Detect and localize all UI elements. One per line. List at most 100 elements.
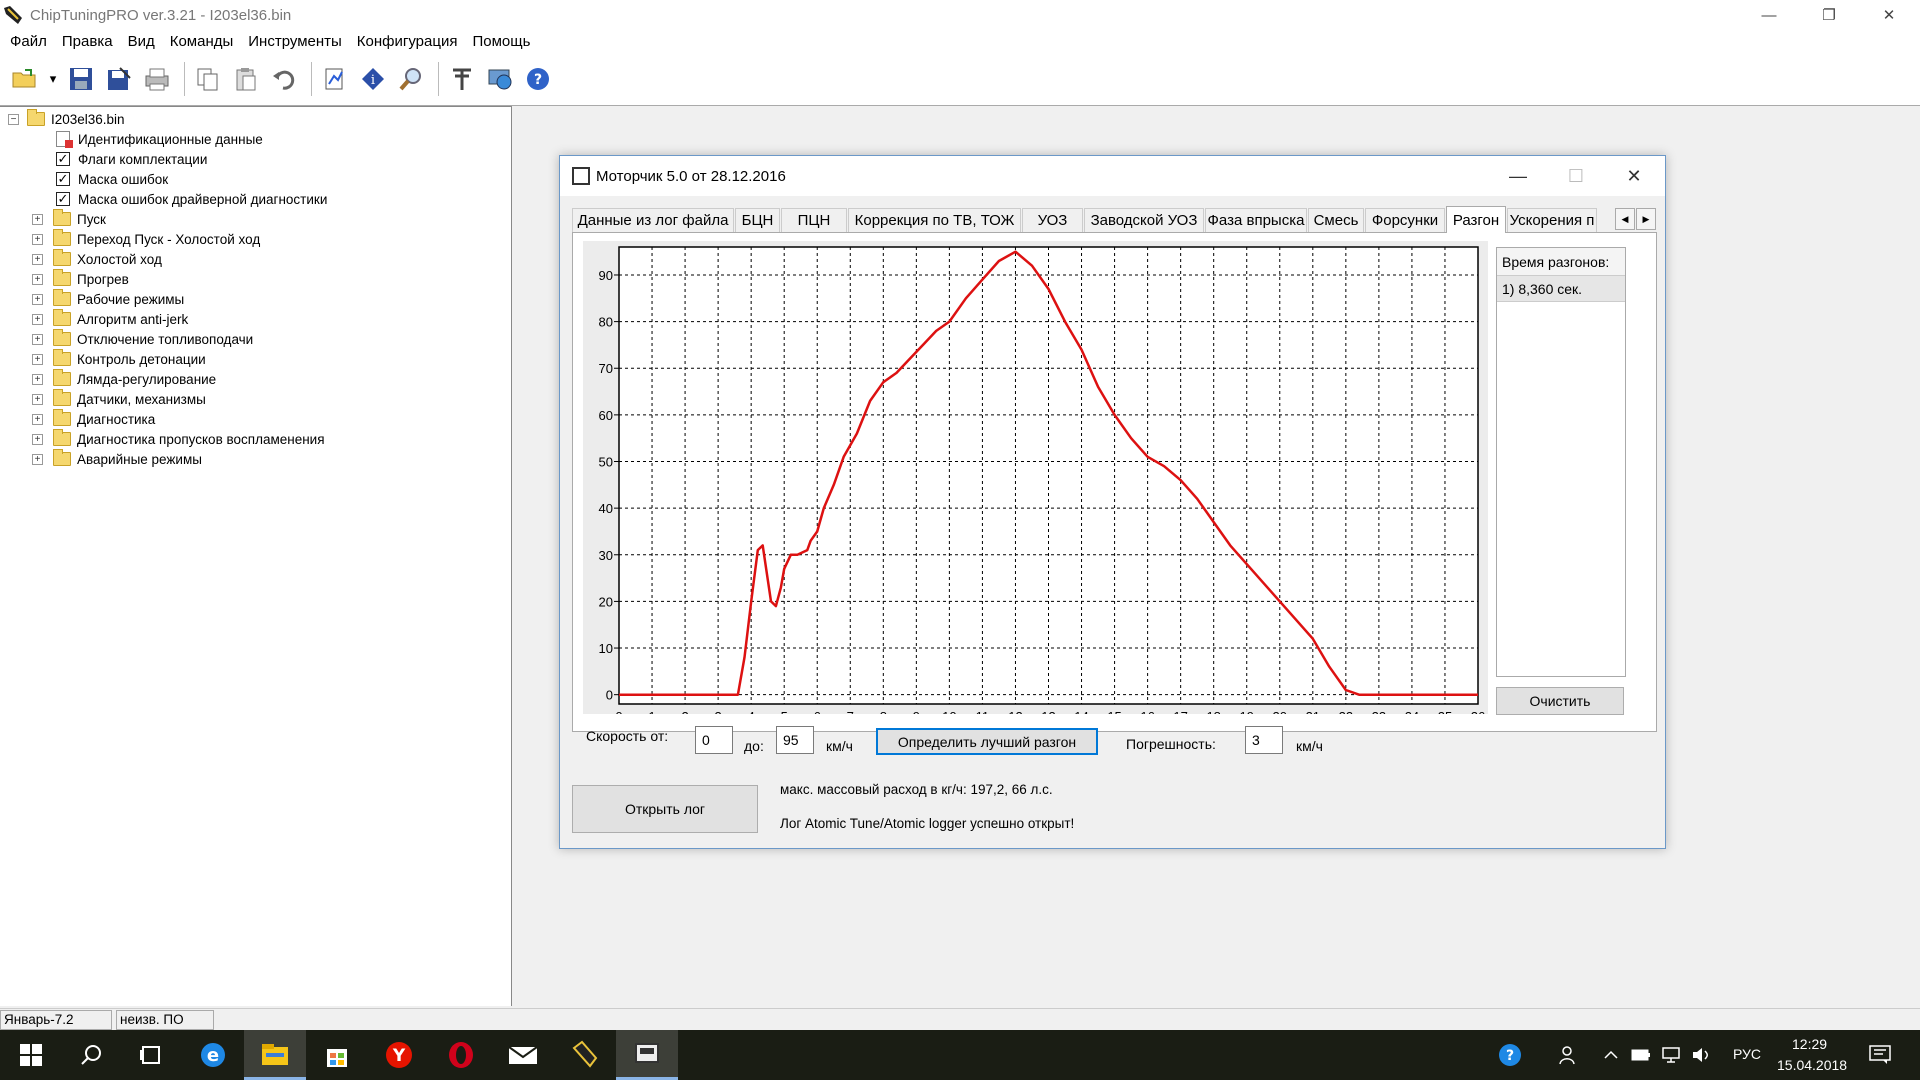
dialog-minimize-button[interactable]: —	[1489, 156, 1547, 196]
people-icon[interactable]	[1550, 1030, 1590, 1080]
tree-item[interactable]: + Холостой ход	[32, 249, 162, 269]
compare-icon[interactable]	[318, 62, 352, 96]
tree-item[interactable]: + Пуск	[32, 209, 106, 229]
globe-icon[interactable]	[483, 62, 517, 96]
speed-to-input[interactable]	[776, 726, 814, 754]
search-icon[interactable]	[394, 62, 428, 96]
tab-scroll-right-icon[interactable]: ▶	[1636, 208, 1656, 230]
expand-icon[interactable]: +	[32, 373, 43, 385]
dialog-close-button[interactable]: ✕	[1605, 156, 1663, 196]
tuning-fork-icon[interactable]	[445, 62, 479, 96]
expand-icon[interactable]: +	[32, 313, 43, 325]
tab-item[interactable]: Разгон	[1446, 206, 1506, 233]
menu-commands[interactable]: Команды	[170, 33, 234, 50]
speed-from-input[interactable]	[695, 726, 733, 754]
project-tree[interactable]: − I203el36.bin Идентификационные данные ✓…	[0, 106, 512, 1006]
task-view-icon[interactable]	[120, 1030, 182, 1080]
collapse-icon[interactable]: −	[8, 113, 19, 125]
tree-item[interactable]: + Рабочие режимы	[32, 289, 184, 309]
yandex-browser-icon[interactable]: Y	[368, 1030, 430, 1080]
undo-icon[interactable]	[267, 62, 301, 96]
restore-button[interactable]: ❐	[1800, 0, 1858, 30]
expand-icon[interactable]: +	[32, 213, 43, 225]
expand-icon[interactable]: +	[32, 253, 43, 265]
tree-item[interactable]: + Отключение топливоподачи	[32, 329, 253, 349]
tree-root[interactable]: − I203el36.bin	[8, 109, 125, 129]
battery-icon[interactable]	[1626, 1030, 1656, 1080]
help-tray-icon[interactable]: ?	[1490, 1030, 1530, 1080]
menu-tools[interactable]: Инструменты	[248, 33, 342, 50]
tab-item[interactable]: Смесь	[1308, 208, 1364, 232]
minimize-button[interactable]: —	[1740, 0, 1798, 30]
expand-icon[interactable]: +	[32, 333, 43, 345]
find-best-acceleration-button[interactable]: Определить лучший разгон	[876, 728, 1098, 755]
store-icon[interactable]	[306, 1030, 368, 1080]
file-explorer-icon[interactable]	[244, 1030, 306, 1080]
dialog-titlebar[interactable]: Моторчик 5.0 от 28.12.2016 — ☐ ✕	[560, 156, 1665, 196]
expand-icon[interactable]: +	[32, 393, 43, 405]
tree-item[interactable]: + Контроль детонации	[32, 349, 206, 369]
copy-icon[interactable]	[191, 62, 225, 96]
edge-browser-icon[interactable]: e	[182, 1030, 244, 1080]
tree-item[interactable]: ✓ Флаги комплектации	[56, 149, 207, 169]
menu-help[interactable]: Помощь	[472, 33, 530, 50]
error-input[interactable]	[1245, 726, 1283, 754]
tree-item[interactable]: + Диагностика	[32, 409, 155, 429]
tab-item[interactable]: БЦН	[735, 208, 780, 232]
save-as-icon[interactable]	[102, 62, 136, 96]
expand-icon[interactable]: +	[32, 293, 43, 305]
times-list-item[interactable]: 1) 8,360 сек.	[1497, 276, 1625, 302]
checkbox-icon[interactable]: ✓	[56, 192, 70, 206]
clear-button[interactable]: Очистить	[1496, 687, 1624, 715]
tree-item[interactable]: ✓ Маска ошибок драйверной диагностики	[56, 189, 327, 209]
tree-item[interactable]: + Прогрев	[32, 269, 129, 289]
tree-item[interactable]: + Аварийные режимы	[32, 449, 202, 469]
close-button[interactable]: ✕	[1860, 0, 1918, 30]
tree-item[interactable]: ✓ Маска ошибок	[56, 169, 168, 189]
info-icon[interactable]: i	[356, 62, 390, 96]
mail-icon[interactable]	[492, 1030, 554, 1080]
tab-item[interactable]: Коррекция по ТВ, ТОЖ	[848, 208, 1021, 232]
keyboard-language[interactable]: РУС	[1733, 1046, 1761, 1062]
app-titlebar[interactable]: ChipTuningPRO ver.3.21 - I203el36.bin — …	[0, 0, 1920, 30]
tray-date[interactable]: 15.04.2018	[1777, 1057, 1847, 1073]
print-icon[interactable]	[140, 62, 174, 96]
expand-icon[interactable]: +	[32, 353, 43, 365]
volume-icon[interactable]	[1686, 1030, 1716, 1080]
open-log-button[interactable]: Открыть лог	[572, 785, 758, 833]
tab-item[interactable]: Форсунки	[1365, 208, 1445, 232]
expand-icon[interactable]: +	[32, 273, 43, 285]
tab-item[interactable]: ПЦН	[781, 208, 847, 232]
dialog-maximize-button[interactable]: ☐	[1547, 156, 1605, 196]
open-folder-icon[interactable]	[8, 62, 42, 96]
checkbox-icon[interactable]: ✓	[56, 152, 70, 166]
tab-item[interactable]: Ускорения п	[1507, 208, 1597, 232]
network-icon[interactable]	[1656, 1030, 1686, 1080]
tray-expand-icon[interactable]	[1596, 1030, 1626, 1080]
windows-start-icon[interactable]	[0, 1030, 62, 1080]
tree-item[interactable]: Идентификационные данные	[56, 129, 263, 149]
tab-item[interactable]: Фаза впрыска	[1205, 208, 1307, 232]
acceleration-times-list[interactable]: Время разгонов: 1) 8,360 сек.	[1496, 247, 1626, 677]
notifications-icon[interactable]	[1860, 1030, 1900, 1080]
tab-item[interactable]: УОЗ	[1022, 208, 1083, 232]
tree-item[interactable]: + Лямда-регулирование	[32, 369, 216, 389]
expand-icon[interactable]: +	[32, 233, 43, 245]
paste-icon[interactable]	[229, 62, 263, 96]
save-icon[interactable]	[64, 62, 98, 96]
help-icon[interactable]: ?	[521, 62, 555, 96]
expand-icon[interactable]: +	[32, 433, 43, 445]
menu-edit[interactable]: Правка	[62, 33, 113, 50]
menu-file[interactable]: Файл	[10, 33, 47, 50]
expand-icon[interactable]: +	[32, 453, 43, 465]
opera-browser-icon[interactable]	[430, 1030, 492, 1080]
menu-view[interactable]: Вид	[128, 33, 155, 50]
tray-time[interactable]: 12:29	[1792, 1036, 1827, 1052]
tree-item[interactable]: + Датчики, механизмы	[32, 389, 206, 409]
tab-scroll-left-icon[interactable]: ◀	[1615, 208, 1635, 230]
motorchik-app-icon[interactable]	[616, 1030, 678, 1080]
dropdown-arrow-icon[interactable]: ▾	[46, 62, 60, 96]
search-icon[interactable]	[60, 1030, 122, 1080]
chip-tuning-app-icon[interactable]	[554, 1030, 616, 1080]
tree-item[interactable]: + Переход Пуск - Холостой ход	[32, 229, 260, 249]
